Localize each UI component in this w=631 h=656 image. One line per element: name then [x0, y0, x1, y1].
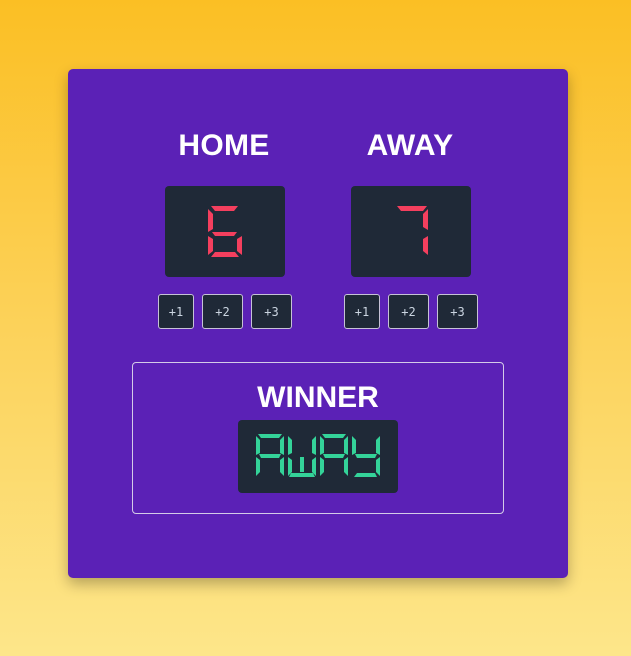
- home-button-row: +1 +2 +3: [158, 294, 298, 329]
- winner-title: WINNER: [257, 381, 379, 414]
- scoreboard-card: HOME 6 +1 +2 +3 AWAY 7: [68, 69, 568, 578]
- home-add-1-button[interactable]: +1: [158, 294, 194, 329]
- home-title: HOME: [178, 129, 270, 162]
- home-add-3-button[interactable]: +3: [251, 294, 292, 329]
- away-button-row: +1 +2 +3: [344, 294, 484, 329]
- away-add-2-button[interactable]: +2: [388, 294, 429, 329]
- away-title: AWAY: [366, 129, 454, 162]
- home-add-2-button[interactable]: +2: [202, 294, 243, 329]
- home-score-display: 6: [165, 186, 285, 277]
- away-score-digit: [397, 206, 428, 255]
- winner-display: AWAY: [238, 420, 398, 493]
- winner-segment-text: [256, 434, 380, 477]
- home-score-digit: [208, 206, 242, 257]
- away-add-1-button[interactable]: +1: [344, 294, 380, 329]
- winner-panel: WINNER AWAY: [132, 362, 504, 514]
- away-add-3-button[interactable]: +3: [437, 294, 478, 329]
- away-score-display: 7: [351, 186, 471, 277]
